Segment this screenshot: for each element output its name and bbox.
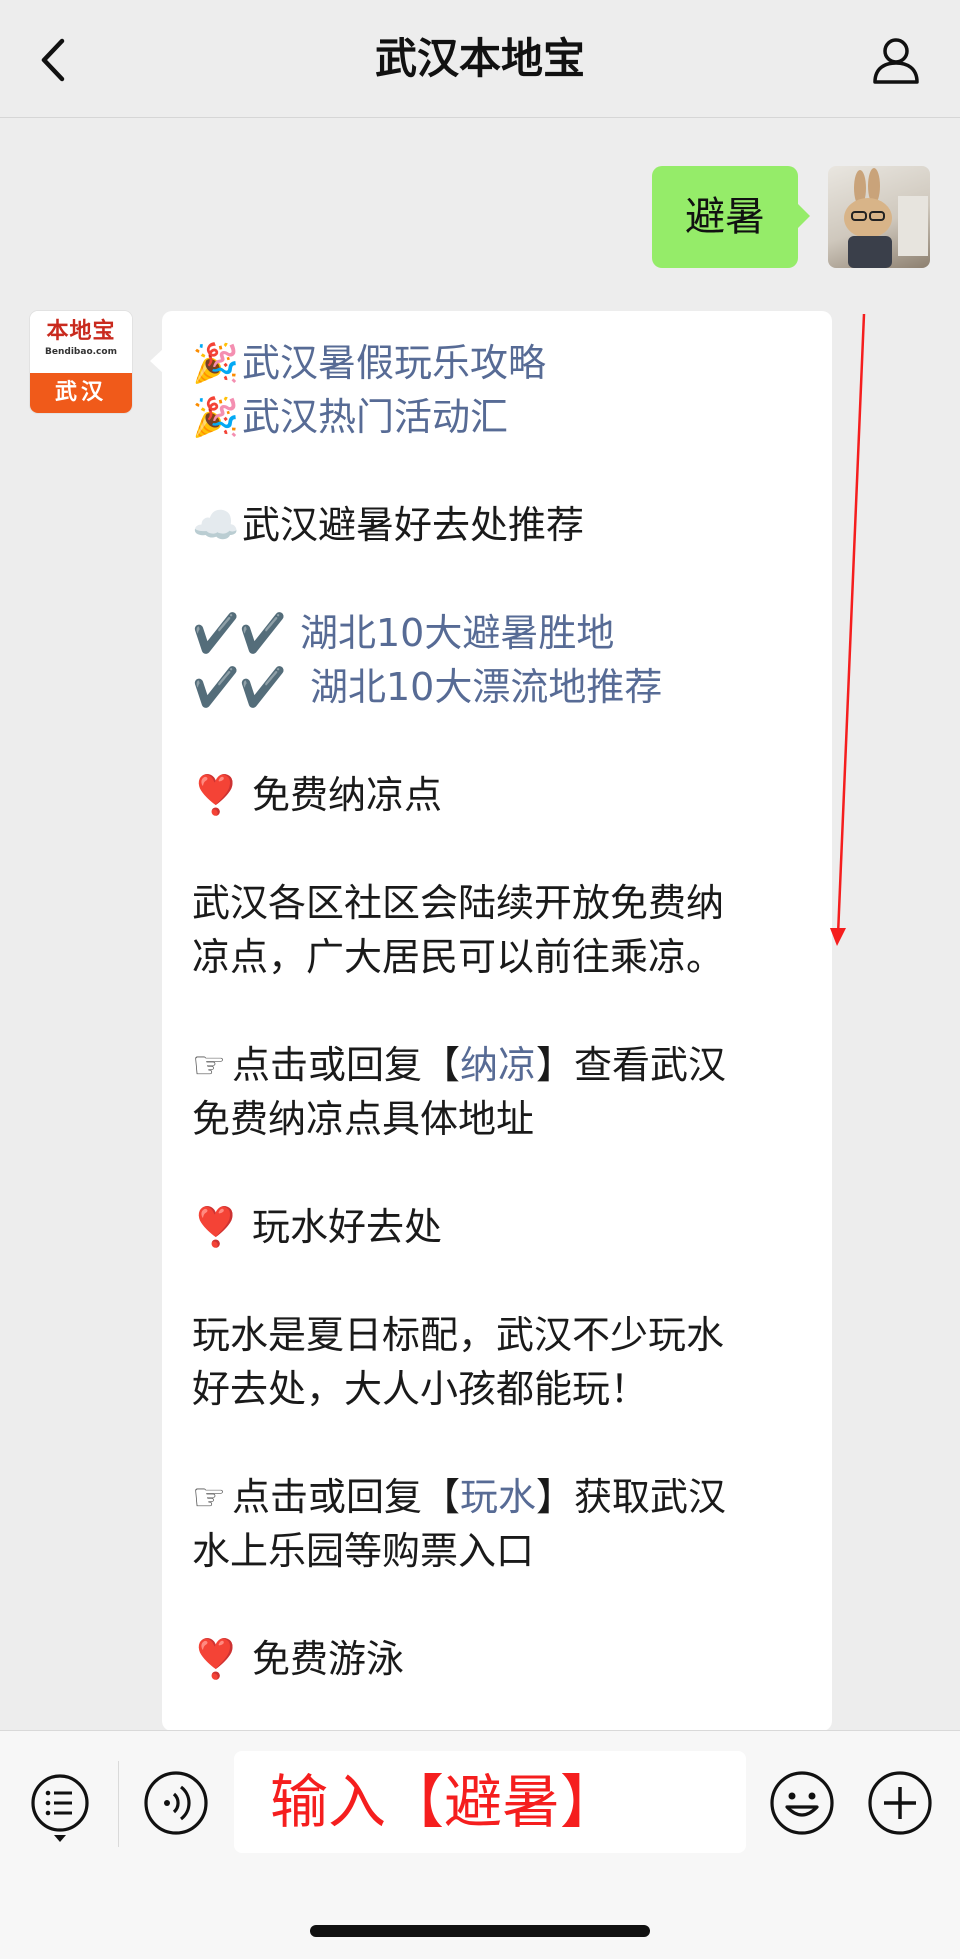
menu-list-icon[interactable]	[26, 1769, 94, 1842]
scroll-annotation-arrow	[830, 313, 866, 946]
voice-icon[interactable]	[142, 1769, 210, 1837]
message-input[interactable]: 输入【避暑】	[234, 1751, 746, 1853]
input-value: 输入【避暑】	[270, 1768, 619, 1836]
divider	[118, 1761, 119, 1847]
add-icon[interactable]	[866, 1769, 934, 1837]
emoji-icon[interactable]	[768, 1769, 836, 1837]
home-indicator[interactable]	[310, 1925, 650, 1937]
